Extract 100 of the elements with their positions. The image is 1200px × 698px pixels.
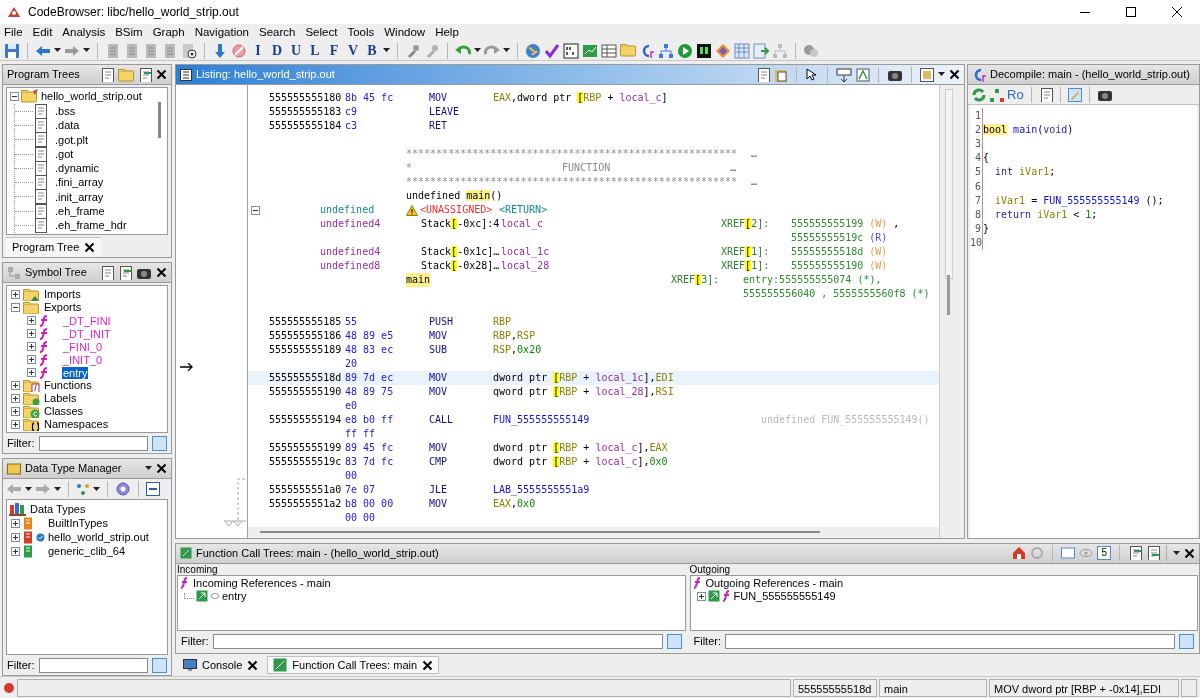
- chart-icon[interactable]: [582, 42, 598, 59]
- filter-options-icon[interactable]: [666, 633, 682, 649]
- toolbar-button[interactable]: V: [345, 42, 361, 59]
- panel-tab[interactable]: Console: [178, 656, 264, 675]
- tab-close-icon[interactable]: [84, 242, 96, 253]
- tree-item[interactable]: _FINI_0: [62, 340, 104, 353]
- menu-item[interactable]: Select: [305, 23, 338, 42]
- collapse-icon[interactable]: [10, 91, 19, 101]
- close-icon[interactable]: [156, 463, 167, 474]
- toolbar-button[interactable]: D: [269, 42, 285, 59]
- menu-item[interactable]: BSim: [115, 23, 143, 42]
- diff-icon[interactable]: [856, 67, 870, 82]
- graph-icon[interactable]: [990, 87, 1004, 102]
- toolbar-button[interactable]: L: [307, 42, 323, 59]
- window-icon[interactable]: [1061, 546, 1076, 561]
- copy-icon[interactable]: [1038, 87, 1053, 102]
- tree-item[interactable]: .bss: [55, 102, 76, 120]
- tree-icon[interactable]: [658, 42, 674, 59]
- tree-item[interactable]: Namespaces: [43, 418, 110, 431]
- tree-item[interactable]: Functions: [43, 379, 93, 392]
- document-target-icon[interactable]: [181, 42, 197, 59]
- toolbar-button[interactable]: F: [326, 42, 342, 59]
- close-icon[interactable]: [156, 267, 167, 278]
- tree-item[interactable]: .data: [55, 117, 80, 134]
- toolbar-button[interactable]: B: [364, 42, 380, 59]
- terminal-icon[interactable]: [696, 42, 712, 59]
- caret-icon[interactable]: [503, 48, 510, 53]
- caret-icon[interactable]: [83, 48, 90, 53]
- filter-field[interactable]: [725, 633, 1175, 649]
- tree-item[interactable]: .init_array: [55, 188, 104, 206]
- caret-icon[interactable]: [54, 486, 61, 492]
- caret-icon[interactable]: [474, 48, 481, 53]
- tree-item[interactable]: .eh_frame_hdr: [55, 217, 127, 234]
- menu-item[interactable]: Search: [259, 23, 296, 42]
- tree-export-icon[interactable]: [138, 67, 152, 82]
- tab-close-icon[interactable]: [247, 659, 259, 671]
- collapse-all-icon[interactable]: [146, 482, 160, 496]
- diamond-icon[interactable]: [715, 42, 731, 59]
- depth-field[interactable]: 5: [1097, 546, 1111, 561]
- caret-icon[interactable]: [1173, 550, 1180, 556]
- expand-icon[interactable]: [11, 290, 20, 299]
- expand-icon[interactable]: [696, 591, 706, 601]
- menu-item[interactable]: Help: [435, 23, 459, 42]
- tree-item[interactable]: .fini_array: [55, 174, 104, 191]
- tree-item[interactable]: Outgoing References - main: [705, 574, 844, 592]
- menu-item[interactable]: Graph: [152, 23, 185, 42]
- expand-icon[interactable]: [11, 518, 20, 528]
- check-icon[interactable]: [544, 42, 560, 59]
- export-icon[interactable]: [753, 42, 769, 59]
- tree-item[interactable]: _DT_FINI: [62, 314, 112, 327]
- edit-icon[interactable]: [100, 265, 114, 280]
- collapse-icon[interactable]: [251, 205, 260, 215]
- expand-icon[interactable]: [11, 381, 20, 390]
- filter-field[interactable]: [38, 657, 148, 673]
- gear-icon[interactable]: [115, 481, 131, 497]
- expand-icon[interactable]: [11, 407, 20, 416]
- filter-options-icon[interactable]: [152, 435, 167, 451]
- tree-item[interactable]: _DT_INIT: [62, 327, 112, 340]
- caret-icon[interactable]: [938, 72, 945, 77]
- tree-item[interactable]: .got.plt: [55, 131, 89, 148]
- close-icon[interactable]: [949, 69, 960, 80]
- tree-item[interactable]: .got: [55, 145, 74, 163]
- expand-icon[interactable]: [27, 355, 36, 364]
- close-icon[interactable]: [156, 69, 167, 80]
- caret-icon[interactable]: [25, 486, 32, 492]
- home-icon[interactable]: [1012, 546, 1027, 561]
- tab-close-icon[interactable]: [422, 659, 434, 671]
- filter-field[interactable]: [38, 435, 148, 451]
- menu-item[interactable]: File: [4, 23, 23, 42]
- play-icon[interactable]: [677, 42, 693, 59]
- panel-tab[interactable]: Program Tree: [6, 237, 102, 257]
- field-edit-icon[interactable]: [836, 67, 852, 82]
- tree-item[interactable]: Exports: [43, 301, 83, 314]
- menu-item[interactable]: Tools: [347, 23, 375, 42]
- menu-item[interactable]: Edit: [32, 23, 53, 42]
- expand-icon[interactable]: [11, 394, 20, 403]
- tree-item[interactable]: .eh_frame: [55, 203, 105, 220]
- close-icon[interactable]: [1184, 547, 1195, 559]
- tree-item[interactable]: Classes: [43, 405, 85, 418]
- export-icon[interactable]: [1146, 546, 1160, 561]
- menu-item[interactable]: Window: [384, 23, 426, 42]
- tree-item[interactable]: Incoming References - main: [193, 574, 331, 592]
- table-icon[interactable]: [601, 42, 617, 59]
- cursor-icon[interactable]: [805, 67, 819, 82]
- expand-icon[interactable]: [11, 420, 20, 429]
- filter-options-icon[interactable]: [152, 657, 167, 673]
- layout-icon[interactable]: [920, 67, 934, 82]
- expand-icon[interactable]: [27, 342, 36, 351]
- caret-icon[interactable]: [383, 48, 390, 53]
- toolbar-button[interactable]: I: [250, 42, 266, 59]
- expand-icon[interactable]: [27, 329, 36, 338]
- caret-icon[interactable]: [93, 486, 100, 492]
- paste-icon[interactable]: [774, 67, 788, 82]
- filter-options-icon[interactable]: [1179, 633, 1194, 649]
- menu-item[interactable]: Analysis: [62, 23, 106, 42]
- expand-icon[interactable]: [11, 532, 20, 542]
- read-only-toggle[interactable]: Ro: [1007, 84, 1024, 105]
- copy-icon[interactable]: [756, 67, 770, 82]
- tree-item[interactable]: .dynamic: [55, 160, 100, 177]
- expand-icon[interactable]: [27, 368, 36, 377]
